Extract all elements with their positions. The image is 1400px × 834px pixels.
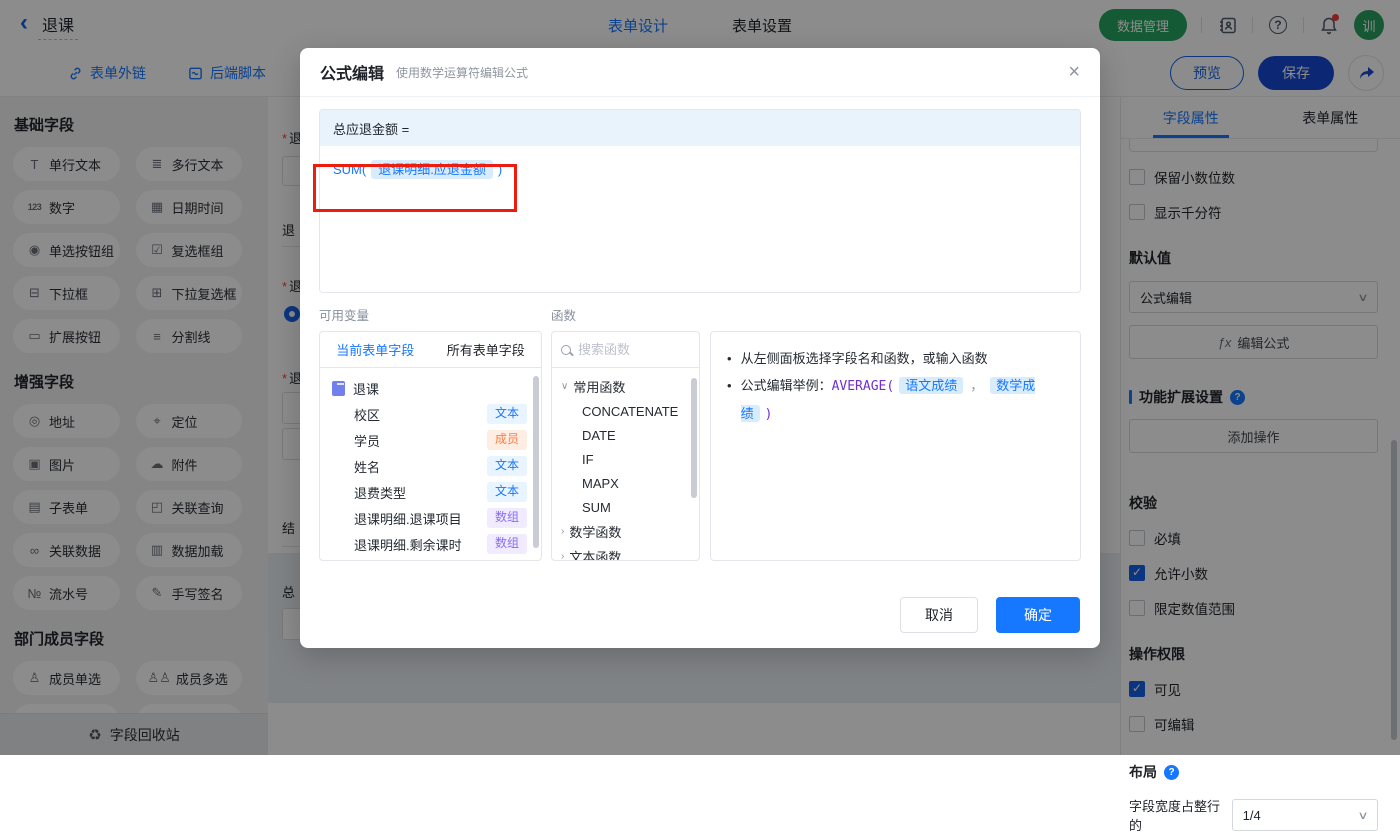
chevron-down-icon: ∨	[1357, 809, 1368, 822]
scrollbar-thumb[interactable]	[691, 378, 697, 498]
help-tip-1: • 从左侧面板选择字段名和函数，或输入函数	[727, 345, 1064, 372]
search-icon	[561, 345, 571, 355]
chevron-right-icon: ›	[561, 526, 564, 537]
function-group-common[interactable]: ∨ 常用函数	[552, 374, 699, 399]
function-item[interactable]: SUM	[552, 495, 699, 519]
formula-editor[interactable]: SUM( 退课明细.应退金额)	[320, 146, 1080, 292]
field-width-select[interactable]: 1/4 ∨	[1232, 799, 1378, 831]
formula-close-paren: )	[498, 162, 502, 177]
function-item[interactable]: CONCATENATE	[552, 399, 699, 423]
select-value: 1/4	[1243, 808, 1261, 823]
variable-item[interactable]: 退课明细.剩余课时 数组	[320, 531, 541, 557]
type-badge: 成员	[487, 430, 527, 450]
panel-labels: 可用变量 函数	[319, 305, 1081, 324]
modal-header: 公式编辑 使用数学运算符编辑公式 ×	[300, 48, 1100, 97]
type-badge: 文本	[487, 456, 527, 476]
variable-item[interactable]: 校区 文本	[320, 401, 541, 427]
chevron-right-icon: ›	[561, 551, 564, 561]
example-chip: 语文成绩	[899, 377, 963, 394]
cancel-button[interactable]: 取消	[900, 597, 978, 633]
modal-body: 总应退金额 = SUM( 退课明细.应退金额) 可用变量 函数 当前表单字段 所有…	[300, 97, 1100, 561]
variables-list: 退课 校区文本 学员成员 姓名文本 退费类型文本 退课明细.退课项目数组 退课明…	[320, 368, 541, 561]
variable-name: 退费类型	[354, 483, 406, 502]
type-badge: 文本	[487, 482, 527, 502]
layout-title: 布局	[1129, 762, 1157, 782]
variable-name: 校区	[354, 405, 380, 424]
example-fn: AVERAGE(	[832, 379, 895, 394]
bullet: •	[727, 345, 732, 372]
variable-item[interactable]: 学员 成员	[320, 427, 541, 453]
variable-name: 退课明细.退课项目	[354, 509, 462, 528]
confirm-button[interactable]: 确定	[996, 597, 1080, 633]
formula-field-chip[interactable]: 退课明细.应退金额	[371, 160, 493, 179]
variable-root[interactable]: 退课	[320, 375, 541, 401]
function-item[interactable]: DATE	[552, 423, 699, 447]
formula-target: 总应退金额 =	[320, 110, 1080, 146]
functions-list: ∨ 常用函数 CONCATENATE DATE IF MAPX SUM › 数学函数…	[552, 368, 699, 561]
type-badge: 数组	[487, 534, 527, 554]
layout-header: 布局 ?	[1129, 762, 1378, 782]
variable-item[interactable]: 退费类型 文本	[320, 479, 541, 505]
function-search	[552, 332, 699, 368]
variable-item[interactable]: 退课明细.退课项目 数组	[320, 505, 541, 531]
function-search-input[interactable]	[578, 342, 690, 357]
tab-all-form-fields[interactable]: 所有表单字段	[431, 332, 542, 367]
question-icon[interactable]: ?	[1164, 765, 1179, 780]
close-icon[interactable]: ×	[1068, 62, 1080, 82]
formula-box: 总应退金额 = SUM( 退课明细.应退金额)	[319, 109, 1081, 293]
type-badge: 文本	[487, 404, 527, 424]
functions-panel: ∨ 常用函数 CONCATENATE DATE IF MAPX SUM › 数学函数…	[551, 331, 700, 561]
help-panel: • 从左侧面板选择字段名和函数，或输入函数 • 公式编辑举例：AVERAGE( 语…	[710, 331, 1081, 561]
bullet: •	[727, 372, 732, 399]
variables-label: 可用变量	[319, 305, 551, 324]
variables-panel: 当前表单字段 所有表单字段 退课 校区文本 学员成员 姓名文本 退费类型文本 退…	[319, 331, 542, 561]
example-close-paren: )	[765, 407, 773, 422]
form-doc-icon	[332, 381, 345, 396]
variable-name: 学员	[354, 431, 380, 450]
field-width-row: 字段宽度占整行的 1/4 ∨	[1129, 796, 1378, 834]
modal-subtitle: 使用数学运算符编辑公式	[396, 64, 528, 81]
function-item[interactable]: IF	[552, 447, 699, 471]
function-group-text[interactable]: › 文本函数	[552, 544, 699, 561]
formula-fn: SUM(	[333, 162, 366, 177]
formula-editor-modal: 公式编辑 使用数学运算符编辑公式 × 总应退金额 = SUM( 退课明细.应退金额…	[300, 48, 1100, 648]
function-group-label: 数学函数	[569, 522, 621, 541]
variable-root-label: 退课	[353, 379, 379, 398]
function-item[interactable]: MAPX	[552, 471, 699, 495]
tab-current-form-fields[interactable]: 当前表单字段	[320, 332, 431, 367]
help-tip-2: • 公式编辑举例：AVERAGE(语文成绩，数学成绩)	[727, 372, 1064, 428]
help-tip-text: 从左侧面板选择字段名和函数，或输入函数	[741, 345, 988, 372]
modal-title: 公式编辑	[320, 60, 384, 84]
variable-name: 姓名	[354, 457, 380, 476]
function-group-label: 文本函数	[569, 547, 621, 561]
example-prefix: 公式编辑举例：	[741, 378, 832, 393]
modal-footer: 取消 确定	[900, 597, 1080, 633]
type-badge: 数组	[487, 508, 527, 528]
variable-item[interactable]: 姓名 文本	[320, 453, 541, 479]
variables-tabs: 当前表单字段 所有表单字段	[320, 332, 541, 368]
field-width-label: 字段宽度占整行的	[1129, 796, 1232, 834]
chevron-down-icon: ∨	[561, 381, 568, 392]
functions-label: 函数	[551, 305, 576, 324]
example-comma: ，	[970, 378, 983, 393]
scrollbar-thumb[interactable]	[533, 376, 539, 548]
variable-name: 退课明细.剩余课时	[354, 535, 462, 554]
function-group-label: 常用函数	[573, 377, 625, 396]
help-tip-text: 公式编辑举例：AVERAGE(语文成绩，数学成绩)	[741, 372, 1064, 428]
function-group-math[interactable]: › 数学函数	[552, 519, 699, 544]
panels-row: 当前表单字段 所有表单字段 退课 校区文本 学员成员 姓名文本 退费类型文本 退…	[319, 331, 1081, 561]
